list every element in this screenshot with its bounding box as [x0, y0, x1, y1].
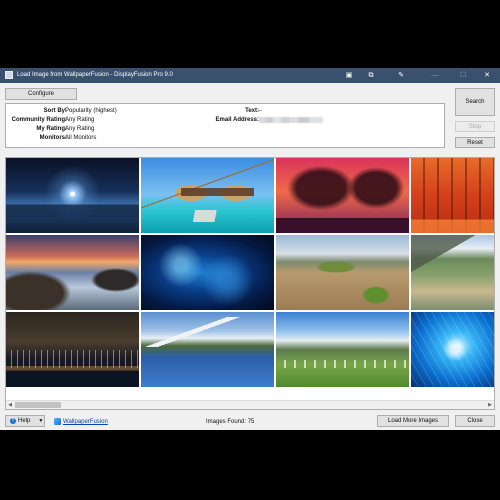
thumbnail-blue-lion[interactable]: [411, 312, 494, 387]
community-rating-label: Community Rating:: [11, 117, 67, 123]
minimize-button[interactable]: —: [430, 71, 440, 80]
load-more-images-button[interactable]: Load More Images: [377, 415, 449, 427]
email-label: Email Address:: [215, 117, 259, 123]
maximize-button[interactable]: ☐: [458, 71, 468, 80]
thumbnail-coastal-sunset[interactable]: [6, 235, 139, 310]
thumbnail-alpine-village[interactable]: [276, 312, 409, 387]
help-icon: ?: [10, 418, 16, 424]
pin-icon[interactable]: ✎: [396, 71, 406, 80]
thumbnail-city-night-skyline[interactable]: [6, 312, 139, 387]
scroll-left-icon[interactable]: ◀: [6, 401, 14, 409]
scroll-right-icon[interactable]: ▶: [486, 401, 494, 409]
thumbnail-red-trees[interactable]: [276, 158, 409, 233]
help-label: Help: [18, 418, 31, 424]
monitors-label: Monitors:: [39, 135, 67, 141]
monitors-value[interactable]: All Monitors: [65, 135, 96, 142]
help-button[interactable]: ? Help ▼: [5, 415, 45, 427]
search-button[interactable]: Search: [455, 88, 495, 116]
images-found-status: Images Found: 75: [206, 419, 255, 425]
wallpaperfusion-logo-icon: [54, 418, 61, 425]
thumbnail-autumn-forest[interactable]: [411, 158, 494, 233]
reset-button[interactable]: Reset: [455, 137, 495, 148]
thumbnail-night-sky-lake[interactable]: [6, 158, 139, 233]
app-icon: [5, 71, 13, 79]
close-window-button[interactable]: ✕: [482, 71, 492, 80]
thumbnail-mountain-reflection[interactable]: [141, 312, 274, 387]
window-title: Load Image from WallpaperFusion - Displa…: [17, 72, 173, 78]
image-gallery: ◀ ▶: [5, 157, 495, 410]
wallpaperfusion-link[interactable]: WallpaperFusion: [63, 419, 108, 425]
my-rating-label: My Rating:: [36, 126, 67, 132]
sort-by-value[interactable]: Popularity (highest): [65, 108, 117, 115]
community-rating-value[interactable]: Any Rating: [65, 117, 94, 124]
sort-by-label: Sort By:: [43, 108, 67, 114]
scrollbar-thumb[interactable]: [15, 402, 61, 408]
text-label: Text:: [245, 108, 259, 114]
title-bar: Load Image from WallpaperFusion - Displa…: [0, 68, 500, 83]
monitor-icon[interactable]: ▣: [344, 71, 354, 80]
my-rating-value[interactable]: Any Rating: [65, 126, 94, 133]
configure-button[interactable]: Configure: [5, 88, 77, 100]
window-icon[interactable]: ⧉: [366, 71, 376, 80]
thumbnail-overwater-bungalows[interactable]: [141, 158, 274, 233]
thumbnail-blue-nebula[interactable]: [141, 235, 274, 310]
thumbnail-desert-dunes[interactable]: [276, 235, 409, 310]
horizontal-scrollbar[interactable]: ◀ ▶: [6, 400, 494, 409]
thumbnail-mountain-lake-clouds[interactable]: [411, 235, 494, 310]
stop-button[interactable]: Stop: [455, 121, 495, 132]
chevron-down-icon: ▼: [38, 417, 44, 424]
close-button[interactable]: Close: [455, 415, 495, 427]
email-field[interactable]: [259, 117, 323, 123]
filter-panel: Sort By: Popularity (highest) Community …: [5, 103, 445, 148]
text-value[interactable]: --: [258, 108, 262, 115]
